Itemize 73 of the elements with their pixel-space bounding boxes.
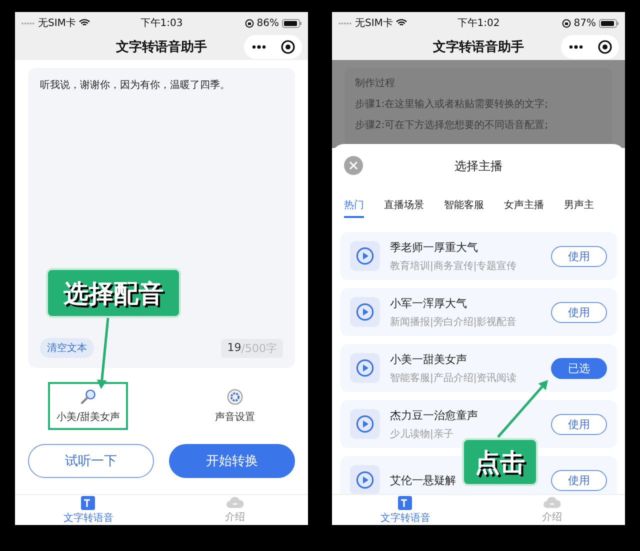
play-icon (356, 247, 374, 265)
signal-icon (338, 22, 352, 24)
voice-card[interactable]: 杰力豆一治愈童声 少儿读物|亲子 使用 (340, 400, 617, 448)
voice-card[interactable]: 季老师一厚重大气 教育培训|商务宣传|专题宣传 使用 (340, 232, 617, 280)
background-text: 制作过程 (355, 76, 396, 90)
capsule-menu[interactable] (561, 35, 619, 59)
status-time: 下午1:03 (140, 17, 183, 30)
rotation-lock-icon (244, 18, 254, 28)
play-button[interactable] (350, 297, 380, 327)
preview-button[interactable]: 试听一下 (28, 444, 154, 478)
use-button[interactable]: 使用 (551, 246, 607, 266)
voice-name: 艾伦一悬疑解 (390, 472, 457, 488)
cloud-icon (226, 496, 244, 509)
settings-icon (226, 388, 243, 404)
battery-icon (282, 18, 302, 28)
clear-text-button[interactable]: 清空文本 (40, 338, 94, 358)
char-count: 19 (227, 340, 242, 356)
battery-text: 87% (574, 18, 596, 28)
page-title: 文字转语音助手 (116, 38, 207, 56)
play-icon (356, 359, 374, 377)
annotation-callout: 选择配音 (46, 268, 181, 318)
voice-tags: 智能客服|产品介绍|资讯阅读 (390, 370, 541, 384)
voice-card[interactable]: 小军一浑厚大气 新闻播报|旁白介绍|影视配音 使用 (340, 288, 617, 336)
play-button[interactable] (350, 241, 380, 271)
play-icon (356, 471, 374, 489)
category-tab[interactable]: 智能客服 (444, 198, 484, 218)
play-icon (356, 303, 374, 321)
carrier-text: 无SIM卡 (38, 16, 76, 30)
category-tab[interactable]: 热门 (344, 198, 364, 218)
more-icon (252, 45, 266, 49)
rotation-lock-icon (562, 18, 571, 28)
close-icon (349, 161, 358, 170)
category-tab[interactable]: 女声主播 (504, 198, 544, 218)
use-button[interactable]: 使用 (551, 470, 607, 490)
editor-text: 听我说，谢谢你，因为有你，温暖了四季。 (40, 78, 231, 92)
capsule-menu[interactable] (244, 35, 302, 59)
use-button[interactable]: 使用 (551, 414, 607, 434)
signal-icon (21, 22, 35, 24)
status-time: 下午1:02 (457, 17, 500, 30)
target-icon (280, 40, 294, 54)
annotation-callout: 点击 (462, 438, 538, 486)
category-tab[interactable]: 男声主 (564, 198, 594, 218)
play-icon (356, 415, 374, 433)
close-button[interactable] (344, 156, 363, 175)
battery-text: 86% (256, 18, 279, 28)
voice-tags: 新闻播报|旁白介绍|影视配音 (390, 314, 541, 328)
carrier-text: 无SIM卡 (355, 16, 393, 30)
arrow (96, 318, 110, 389)
page-title: 文字转语音助手 (433, 38, 524, 56)
play-button[interactable] (350, 465, 380, 494)
convert-button[interactable]: 开始转换 (169, 444, 295, 478)
voice-card[interactable]: 小美一甜美女声 智能客服|产品介绍|资讯阅读 已选 (340, 344, 617, 392)
play-button[interactable] (350, 409, 380, 439)
background-text: 步骤1:在这里输入或者粘贴需要转换的文字; (355, 98, 550, 111)
voice-name: 小军一浑厚大气 (390, 296, 468, 310)
more-icon (568, 45, 582, 49)
wifi-icon (396, 19, 407, 27)
category-tab[interactable]: 直播场景 (384, 198, 424, 218)
target-icon (598, 40, 612, 54)
cloud-icon (542, 496, 561, 509)
use-button[interactable]: 已选 (551, 358, 607, 378)
use-button[interactable]: 使用 (551, 302, 607, 322)
voice-name: 季老师一厚重大气 (390, 240, 479, 254)
wifi-icon (78, 19, 90, 27)
sheet-title: 选择主播 (454, 158, 502, 174)
voice-option[interactable]: 小美/甜美女声 (48, 382, 128, 430)
battery-icon (599, 18, 619, 28)
voice-tags: 少儿读物|亲子 (390, 426, 541, 440)
voice-name: 杰力豆一治愈童声 (390, 408, 479, 422)
background-text: 步骤2:可在下方选择您想要的不同语音配置; (355, 118, 550, 132)
voice-tags: 教育培训|商务宣传|专题宣传 (390, 258, 541, 272)
voice-name: 小美一甜美女声 (390, 352, 468, 366)
play-button[interactable] (350, 353, 380, 383)
